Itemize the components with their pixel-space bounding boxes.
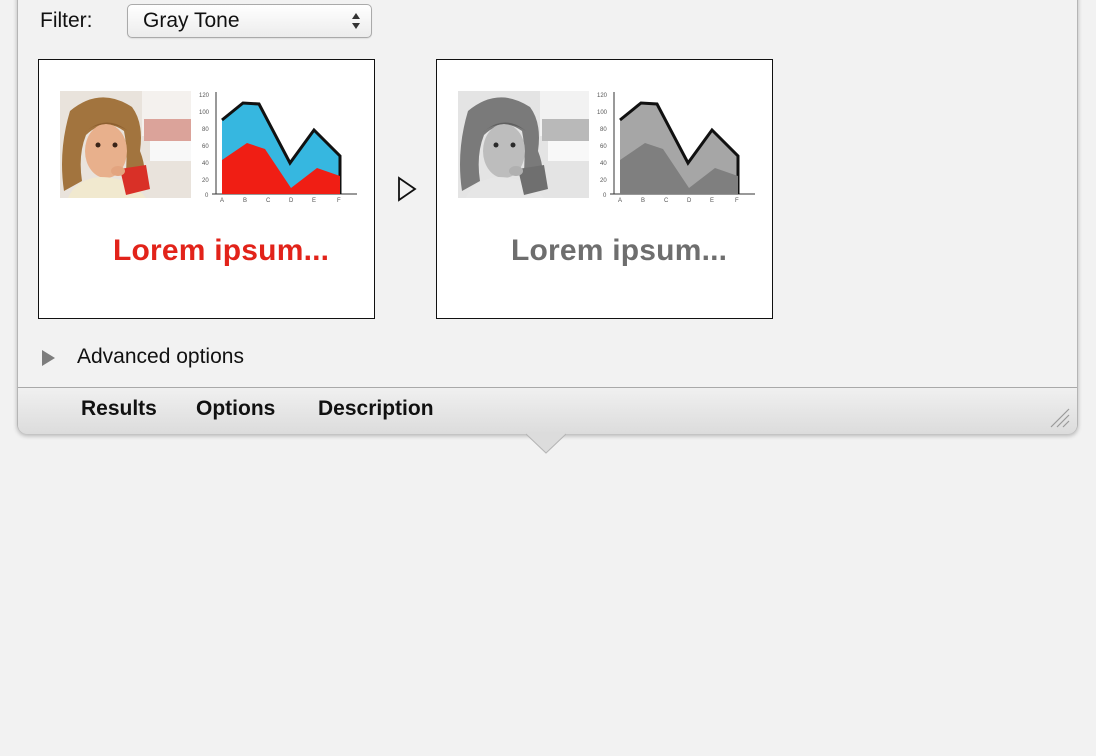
bottom-tab-bar: Results Options Description — [18, 387, 1077, 434]
x-tick: D — [289, 198, 294, 204]
select-arrows-icon — [352, 13, 360, 29]
girl-photo — [60, 91, 191, 198]
filter-select[interactable]: Gray Tone — [127, 4, 372, 38]
y-tick: 0 — [603, 193, 607, 199]
advanced-options-label: Advanced options — [77, 345, 244, 368]
x-tick: B — [243, 198, 247, 204]
y-tick: 80 — [202, 127, 209, 133]
resize-grip-icon[interactable] — [1048, 406, 1070, 428]
tab-options[interactable]: Options — [196, 397, 275, 421]
filter-select-value: Gray Tone — [143, 9, 240, 32]
x-tick: A — [618, 198, 622, 204]
girl-photo-grayscale — [458, 91, 589, 198]
y-tick: 60 — [600, 144, 607, 150]
tab-description[interactable]: Description — [318, 397, 434, 421]
x-tick: A — [220, 198, 224, 204]
filter-label: Filter: — [40, 9, 93, 32]
x-tick: E — [312, 198, 316, 204]
original-preview: 120 100 80 60 40 20 0 A B C D E F Lorem … — [38, 59, 375, 319]
y-tick: 100 — [597, 110, 608, 116]
y-tick: 60 — [202, 144, 209, 150]
x-tick: C — [266, 198, 271, 204]
y-tick: 80 — [600, 127, 607, 133]
x-tick: F — [735, 198, 739, 204]
x-tick: C — [664, 198, 669, 204]
action-panel: Filter: Gray Tone 120 100 80 60 40 20 0 … — [17, 0, 1078, 434]
area-chart-thumbnail-grayscale: 120 100 80 60 40 20 0 A B C D E F — [597, 92, 755, 204]
y-tick: 20 — [600, 178, 607, 184]
y-tick: 40 — [600, 161, 607, 167]
y-tick: 120 — [199, 93, 210, 99]
y-tick: 100 — [199, 110, 210, 116]
y-tick: 0 — [205, 193, 209, 199]
disclosure-triangle-icon[interactable] — [40, 349, 56, 367]
y-tick: 40 — [202, 161, 209, 167]
x-tick: B — [641, 198, 645, 204]
original-lorem-text: Lorem ipsum... — [113, 234, 330, 267]
panel-pointer-arrow — [526, 433, 566, 454]
x-tick: E — [710, 198, 714, 204]
y-tick: 120 — [597, 93, 608, 99]
filtered-preview: 120 100 80 60 40 20 0 A B C D E F Lorem … — [436, 59, 773, 319]
x-tick: D — [687, 198, 692, 204]
filtered-lorem-text: Lorem ipsum... — [511, 234, 728, 267]
y-tick: 20 — [202, 178, 209, 184]
arrow-right-icon — [398, 176, 417, 202]
x-tick: F — [337, 198, 341, 204]
tab-results[interactable]: Results — [81, 397, 157, 421]
area-chart-thumbnail: 120 100 80 60 40 20 0 A B C D E F — [199, 92, 357, 204]
